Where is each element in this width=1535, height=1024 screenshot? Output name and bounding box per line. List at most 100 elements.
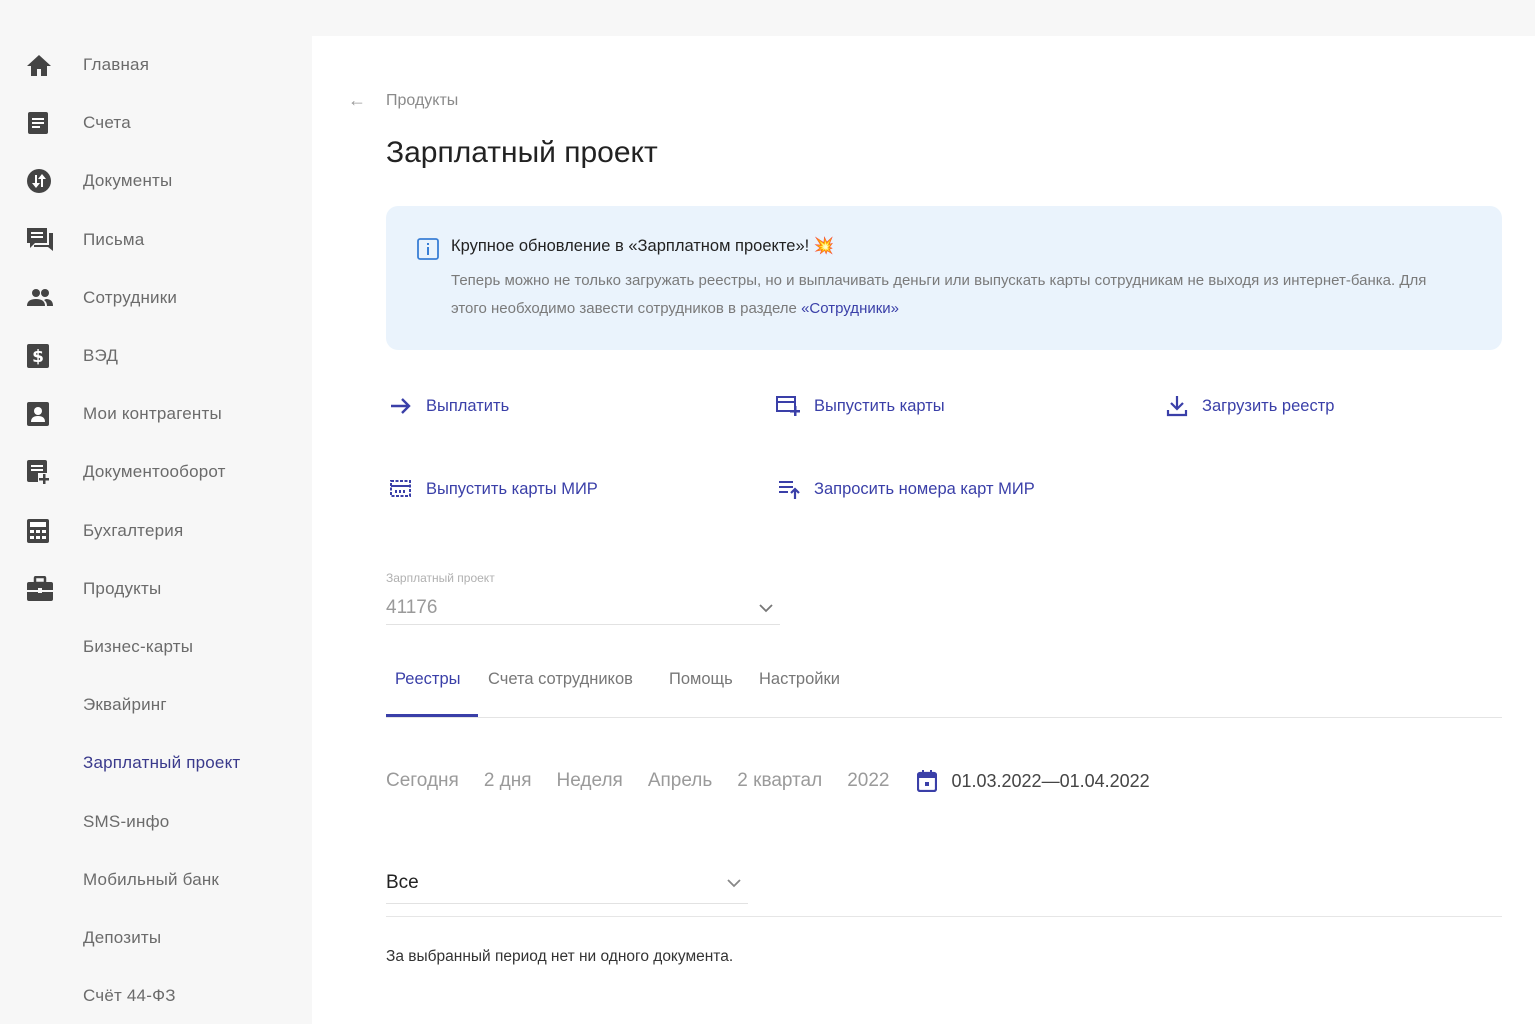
sidebar-item-label: Документы [83,171,173,191]
project-select[interactable]: Зарплатный проект 41176 [386,571,780,625]
notice-banner: Крупное обновление в «Зарплатном проекте… [386,206,1502,350]
empty-state-message: За выбранный период нет ни одного докуме… [386,948,734,965]
date-from: 01.03.2022 [951,770,1042,791]
sidebar-subitem-business-cards[interactable]: Бизнес-карты [0,618,312,676]
sidebar-subitem-sms-info[interactable]: SMS-инфо [0,792,312,850]
briefcase-icon [26,575,56,602]
info-icon [417,238,439,265]
sidebar-item-label: Счёт 44-ФЗ [83,986,176,1006]
main-content: ← Продукты Зарплатный проект Крупное обн… [312,36,1535,1024]
status-filter-value: Все [386,871,419,893]
page-title: Зарплатный проект [386,136,658,169]
sidebar-subitem-salary-project[interactable]: Зарплатный проект [0,734,312,792]
sidebar-item-accounting[interactable]: Бухгалтерия [0,502,312,560]
sidebar-item-label: ВЭД [83,346,119,366]
tab-help[interactable]: Помощь [669,670,733,689]
svg-text:$: $ [32,347,44,367]
breadcrumb-label[interactable]: Продукты [386,92,458,110]
upload-registry-label: Загрузить реестр [1202,396,1335,415]
breadcrumb[interactable]: ← Продукты [348,90,458,111]
sidebar-item-label: Письма [83,229,145,249]
period-week[interactable]: Неделя [557,770,623,792]
sidebar-item-label: Счета [83,113,131,133]
sidebar-item-label: Бухгалтерия [83,520,184,540]
sidebar-item-label: Депозиты [83,927,162,947]
period-year[interactable]: 2022 [847,770,889,792]
request-mir-numbers-button[interactable]: Запросить номера карт МИР [776,477,1035,501]
date-to: 01.04.2022 [1059,770,1150,791]
sidebar-item-products[interactable]: Продукты [0,560,312,618]
exchange-circle-icon [26,168,56,194]
sidebar-item-letters[interactable]: Письма [0,211,312,269]
home-icon [26,52,56,78]
sidebar-item-label: Зарплатный проект [83,753,241,773]
sidebar-item-home[interactable]: Главная [0,36,312,94]
divider [386,916,1502,917]
sidebar-item-documents[interactable]: Документы [0,152,312,210]
list-upload-icon [776,477,802,501]
sidebar-item-counterparties[interactable]: Мои контрагенты [0,385,312,443]
date-separator: — [1041,770,1060,791]
sidebar-item-employees[interactable]: Сотрудники [0,269,312,327]
card-icon [388,477,414,501]
pay-label: Выплатить [426,396,510,415]
active-tab-indicator [386,714,478,717]
sidebar-item-accounts[interactable]: Счета [0,94,312,152]
sidebar-item-label: Главная [83,55,150,75]
chevron-down-icon [726,872,742,894]
period-quarter[interactable]: 2 квартал [737,770,822,792]
employees-link[interactable]: «Сотрудники» [801,300,899,317]
card-add-icon [776,394,802,418]
calculator-icon [26,518,56,544]
sidebar-item-label: Бизнес-карты [83,636,194,656]
issue-mir-label: Выпустить карты МИР [426,479,598,498]
notice-body: Теперь можно не только загружать реестры… [451,267,1461,323]
project-select-field[interactable]: 41176 [386,591,780,625]
pay-button[interactable]: Выплатить [388,394,509,418]
issue-cards-button[interactable]: Выпустить карты [776,394,945,418]
sidebar-item-label: Мобильный банк [83,869,220,889]
tabs-bar: Реестры Счета сотрудников Помощь Настрой… [386,666,1502,718]
chevron-down-icon [758,597,774,619]
sidebar-subitem-deposits[interactable]: Депозиты [0,909,312,967]
sidebar-item-label: SMS-инфо [83,811,170,831]
upload-registry-button[interactable]: Загрузить реестр [1164,394,1334,418]
actions-panel: Выплатить Выпустить карты Загрузить реес… [386,394,1506,504]
date-range-picker[interactable]: 01.03.2022 — 01.04.2022 [917,770,1150,792]
tab-employee-accounts[interactable]: Счета сотрудников [488,670,633,689]
notice-title: Крупное обновление в «Зарплатном проекте… [451,237,835,255]
contact-card-icon [26,401,56,427]
request-mir-label: Запросить номера карт МИР [814,479,1035,498]
period-today[interactable]: Сегодня [386,770,459,792]
sidebar-item-label: Эквайринг [83,695,167,715]
sidebar-item-label: Сотрудники [83,287,178,307]
arrow-right-icon [388,394,414,418]
download-icon [1164,394,1190,418]
sidebar-item-ved[interactable]: $ ВЭД [0,327,312,385]
tab-registries[interactable]: Реестры [395,670,460,689]
sidebar-item-label: Продукты [83,578,162,598]
sidebar-item-edo[interactable]: Документооборот [0,443,312,501]
issue-cards-label: Выпустить карты [814,396,945,415]
calendar-icon [917,770,938,792]
sidebar-item-label: Документооборот [83,462,226,482]
sidebar-subitem-mobile-bank[interactable]: Мобильный банк [0,851,312,909]
arrow-left-icon[interactable]: ← [348,90,366,111]
people-icon [26,285,56,311]
document-add-icon [26,459,56,486]
notice-text: Теперь можно не только загружать реестры… [451,272,1427,317]
document-list-icon [26,110,56,136]
dollar-icon: $ [26,343,56,369]
project-select-label: Зарплатный проект [386,571,495,585]
sidebar-subitem-acquiring[interactable]: Эквайринг [0,676,312,734]
period-2-days[interactable]: 2 дня [484,770,532,792]
tab-settings[interactable]: Настройки [759,670,840,689]
period-filter: Сегодня 2 дня Неделя Апрель 2 квартал 20… [386,770,1150,792]
sidebar-subitem-account-44fz[interactable]: Счёт 44-ФЗ [0,967,312,1024]
status-filter-select[interactable]: Все [386,862,748,904]
chat-icon [26,227,56,253]
sidebar-item-label: Мои контрагенты [83,404,222,424]
period-april[interactable]: Апрель [648,770,712,792]
project-select-value: 41176 [386,596,438,618]
issue-mir-cards-button[interactable]: Выпустить карты МИР [388,477,598,501]
